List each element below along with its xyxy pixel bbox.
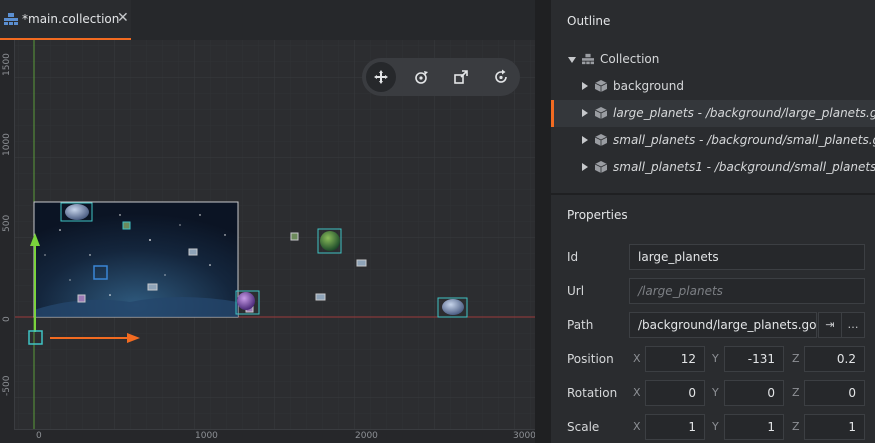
scale-tool-button[interactable] [446, 62, 476, 92]
position-label: Position [567, 352, 614, 366]
rotation-x-field[interactable]: 0 [645, 380, 705, 406]
chevron-right-icon[interactable] [582, 109, 588, 117]
scene-canvas [0, 40, 535, 443]
tab-title: *main.collection [22, 12, 120, 26]
rotation-z-field[interactable]: 0 [804, 380, 865, 406]
axis-z-label: Z [792, 386, 800, 399]
id-field[interactable]: large_planets [629, 244, 865, 270]
axis-y-label: Y [712, 352, 719, 365]
outline-item-label: large_planets - /background/large_planet… [613, 106, 875, 120]
outline-item-large-planets[interactable]: large_planets - /background/large_planet… [551, 100, 875, 127]
position-x-field[interactable]: 12 [645, 346, 705, 372]
move-icon [374, 70, 388, 84]
scale-y-field[interactable]: 1 [724, 414, 784, 440]
scale-label: Scale [567, 420, 600, 434]
axis-z-label: Z [792, 352, 800, 365]
panel-divider[interactable] [551, 193, 875, 195]
ruler-label: 1000 [2, 133, 12, 156]
chevron-right-icon[interactable] [582, 136, 588, 144]
outline-root-collection[interactable]: Collection [551, 46, 875, 73]
collection-icon [582, 53, 594, 65]
ruler-label: 2000 [355, 431, 378, 441]
outline-item-label: background [613, 79, 684, 93]
reset-view-tool-button[interactable] [486, 62, 516, 92]
chevron-right-icon[interactable] [582, 163, 588, 171]
move-tool-button[interactable] [366, 62, 396, 92]
ruler-label: 3000 [513, 431, 535, 441]
outline-item-small-planets1[interactable]: small_planets1 - /background/small_plane… [551, 154, 875, 181]
editor-tab-bar: *main.collection ✕ [0, 0, 535, 40]
axis-x-label: X [633, 386, 641, 399]
rotation-label: Rotation [567, 386, 618, 400]
transform-toolbar [362, 58, 520, 96]
axis-x-label: X [633, 420, 641, 433]
chevron-down-icon[interactable] [568, 57, 576, 63]
game-object-icon [595, 134, 607, 146]
collection-icon [4, 13, 18, 25]
ruler-label: -500 [2, 375, 12, 396]
ruler-label: 1500 [2, 53, 12, 76]
refresh-icon [495, 69, 507, 83]
game-object-icon [595, 80, 607, 92]
close-icon[interactable]: ✕ [117, 10, 129, 26]
path-field[interactable]: /background/large_planets.go [629, 312, 817, 338]
chevron-right-icon[interactable] [582, 82, 588, 90]
position-y-field[interactable]: -131 [724, 346, 784, 372]
ruler-label: 1000 [195, 431, 218, 441]
axis-z-label: Z [792, 420, 800, 433]
axis-y-label: Y [712, 386, 719, 399]
ruler-label: 500 [2, 214, 12, 232]
rotation-y-field[interactable]: 0 [724, 380, 784, 406]
outline-item-label: Collection [600, 52, 660, 66]
background-sprite[interactable] [33, 201, 239, 318]
scale-z-field[interactable]: 1 [804, 414, 865, 440]
properties-title: Properties [567, 208, 628, 222]
scale-x-field[interactable]: 1 [645, 414, 705, 440]
url-field: /large_planets [629, 278, 865, 304]
horizontal-ruler: 0 1000 2000 3000 [14, 429, 535, 443]
rotate-tool-button[interactable] [406, 62, 436, 92]
id-label: Id [567, 250, 579, 264]
right-panel: Outline Collection background large_plan… [551, 0, 875, 443]
tab-main-collection[interactable]: *main.collection ✕ [0, 0, 131, 40]
outline-title: Outline [567, 14, 611, 28]
url-label: Url [567, 284, 585, 298]
path-label: Path [567, 318, 594, 332]
outline-item-small-planets[interactable]: small_planets - /background/small_planet… [551, 127, 875, 154]
scale-icon [454, 70, 468, 84]
vertical-ruler: 1500 1000 500 0 -500 [0, 40, 15, 443]
axis-x-label: X [633, 352, 641, 365]
position-z-field[interactable]: 0.2 [804, 346, 865, 372]
game-object-icon [595, 107, 607, 119]
rotate-icon [415, 71, 428, 84]
ruler-label: 0 [36, 431, 42, 441]
game-object-icon [595, 161, 607, 173]
browse-file-button[interactable]: … [841, 312, 865, 338]
axis-y-label: Y [712, 420, 719, 433]
outline-item-background[interactable]: background [551, 73, 875, 100]
outline-item-label: small_planets - /background/small_planet… [613, 133, 875, 147]
outline-item-label: small_planets1 - /background/small_plane… [613, 160, 875, 174]
scene-view[interactable]: 1500 1000 500 0 -500 0 1000 2000 3000 [0, 40, 535, 443]
ruler-label: 0 [2, 316, 12, 322]
goto-file-button[interactable]: ⇥ [818, 312, 842, 338]
